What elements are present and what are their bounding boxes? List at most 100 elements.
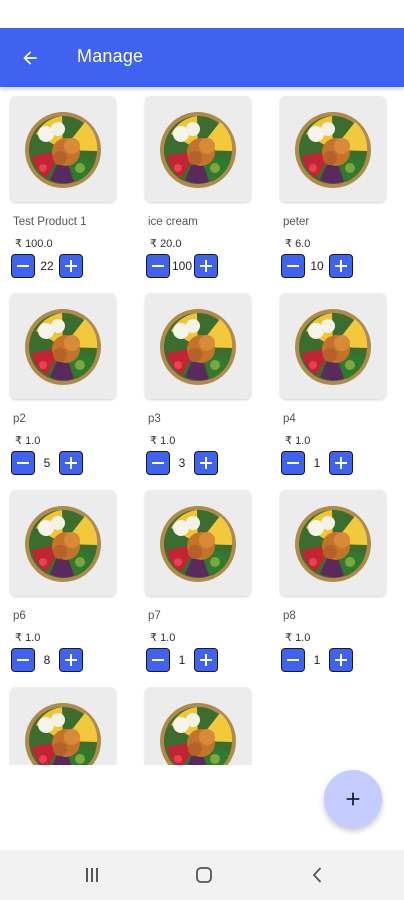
increase-button[interactable] [194, 451, 218, 475]
plus-icon [335, 457, 347, 469]
product-card[interactable]: p2 ₹ 1.0 5 [10, 293, 130, 489]
product-card[interactable] [10, 687, 130, 765]
status-bar [0, 0, 404, 28]
product-price: ₹ 1.0 [15, 631, 40, 644]
arrow-left-icon [23, 51, 37, 65]
decrease-button[interactable] [11, 254, 35, 278]
decrease-button[interactable] [146, 648, 170, 672]
product-image [280, 96, 386, 202]
system-nav-bar [0, 850, 404, 900]
product-image [10, 490, 116, 596]
product-name: p3 [148, 413, 161, 425]
product-name: ice cream [148, 216, 198, 228]
increase-button[interactable] [59, 451, 83, 475]
product-image [145, 490, 251, 596]
currency-symbol: ₹ [150, 238, 157, 250]
add-product-button[interactable] [324, 770, 382, 828]
product-price: ₹ 1.0 [285, 434, 310, 447]
product-card[interactable]: p8 ₹ 1.0 1 [280, 490, 400, 686]
page-title: Manage [77, 46, 144, 66]
minus-icon [152, 462, 164, 464]
price-value: 1.0 [160, 435, 176, 447]
product-price: ₹ 1.0 [150, 631, 175, 644]
product-card[interactable]: ice cream ₹ 20.0 100 [145, 96, 265, 292]
decrease-button[interactable] [281, 648, 305, 672]
price-value: 1.0 [25, 435, 41, 447]
product-price: ₹ 1.0 [15, 434, 40, 447]
currency-symbol: ₹ [150, 435, 157, 447]
minus-icon [17, 659, 29, 661]
product-card[interactable] [145, 687, 265, 765]
product-name: p2 [13, 413, 26, 425]
product-card[interactable]: p4 ₹ 1.0 1 [280, 293, 400, 489]
currency-symbol: ₹ [15, 238, 22, 250]
nav-recents-button[interactable] [72, 860, 112, 890]
minus-icon [287, 659, 299, 661]
quantity-stepper: 3 [146, 451, 218, 475]
quantity-value: 8 [43, 653, 51, 667]
product-image [280, 490, 386, 596]
price-value: 1.0 [160, 632, 176, 644]
product-name: p7 [148, 610, 161, 622]
increase-button[interactable] [329, 451, 353, 475]
product-image [280, 293, 386, 399]
decrease-button[interactable] [11, 648, 35, 672]
quantity-value: 1 [313, 653, 321, 667]
currency-symbol: ₹ [285, 238, 292, 250]
decrease-button[interactable] [11, 451, 35, 475]
product-card[interactable]: p3 ₹ 1.0 3 [145, 293, 265, 489]
product-name: peter [283, 216, 310, 228]
chevron-left-icon [312, 867, 322, 883]
increase-button[interactable] [194, 648, 218, 672]
nav-home-button[interactable] [184, 860, 224, 890]
plus-icon [346, 792, 360, 806]
recents-icon [86, 868, 98, 882]
quantity-value: 3 [178, 456, 186, 470]
quantity-value: 5 [43, 456, 51, 470]
quantity-stepper: 1 [281, 451, 353, 475]
increase-button[interactable] [59, 254, 83, 278]
back-button[interactable] [14, 42, 46, 74]
minus-icon [17, 265, 29, 267]
currency-symbol: ₹ [285, 632, 292, 644]
decrease-button[interactable] [281, 451, 305, 475]
increase-button[interactable] [194, 254, 218, 278]
quantity-stepper: 1 [281, 648, 353, 672]
product-card[interactable]: p6 ₹ 1.0 8 [10, 490, 130, 686]
nav-back-button[interactable] [298, 860, 338, 890]
increase-button[interactable] [59, 648, 83, 672]
price-value: 6.0 [295, 238, 311, 250]
decrease-button[interactable] [146, 451, 170, 475]
increase-button[interactable] [329, 254, 353, 278]
product-card[interactable]: peter ₹ 6.0 10 [280, 96, 400, 292]
product-name: p6 [13, 610, 26, 622]
product-card[interactable]: Test Product 1 ₹ 100.0 22 [10, 96, 130, 292]
product-image [10, 96, 116, 202]
plus-icon [65, 457, 77, 469]
plus-icon [335, 654, 347, 666]
quantity-stepper: 22 [11, 254, 83, 278]
quantity-value: 22 [40, 259, 54, 273]
product-card[interactable]: p7 ₹ 1.0 1 [145, 490, 265, 686]
decrease-button[interactable] [281, 254, 305, 278]
plus-icon [200, 457, 212, 469]
quantity-value: 1 [313, 456, 321, 470]
product-image [145, 96, 251, 202]
plus-icon [200, 654, 212, 666]
minus-icon [152, 265, 164, 267]
minus-icon [152, 659, 164, 661]
currency-symbol: ₹ [285, 435, 292, 447]
price-value: 1.0 [295, 632, 311, 644]
price-value: 1.0 [25, 632, 41, 644]
product-price: ₹ 1.0 [150, 434, 175, 447]
product-image [145, 687, 251, 765]
quantity-stepper: 1 [146, 648, 218, 672]
minus-icon [287, 462, 299, 464]
currency-symbol: ₹ [15, 632, 22, 644]
decrease-button[interactable] [146, 254, 170, 278]
increase-button[interactable] [329, 648, 353, 672]
product-price: ₹ 6.0 [285, 237, 310, 250]
quantity-value: 100 [171, 259, 193, 273]
price-value: 100.0 [25, 238, 53, 250]
product-name: p4 [283, 413, 296, 425]
